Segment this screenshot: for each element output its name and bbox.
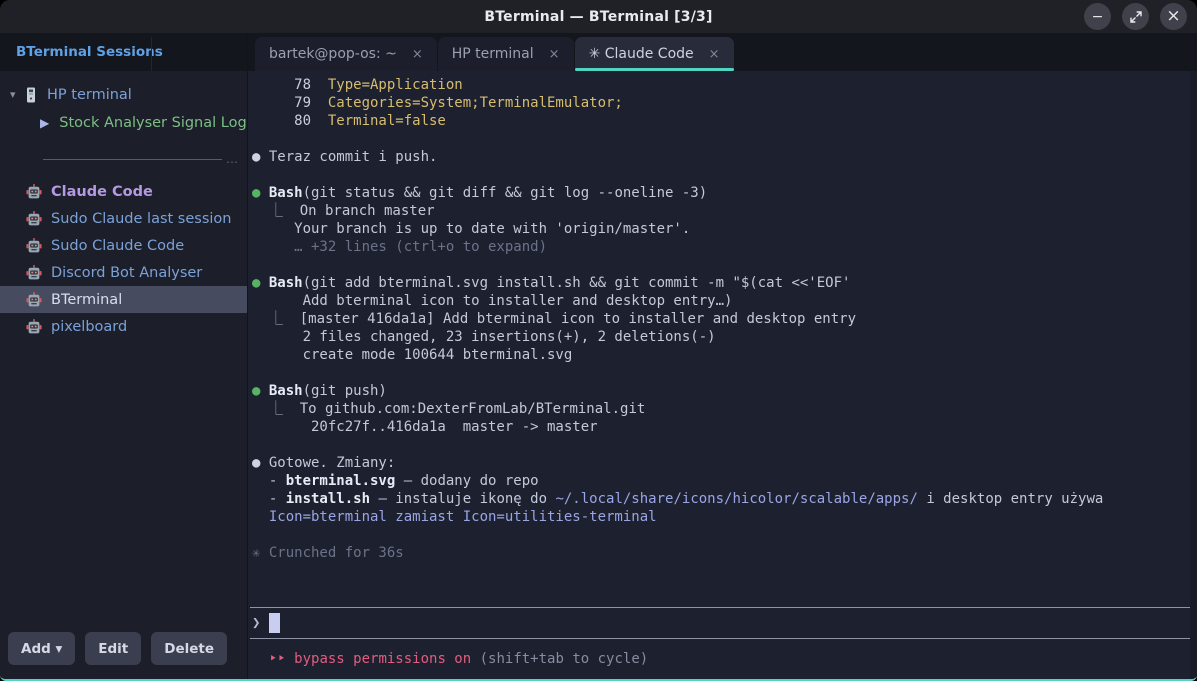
session-list: Claude Code Sudo Claude last session Sud…	[0, 178, 247, 340]
tab-bartek-pop-os[interactable]: bartek@pop-os: ~ ×	[255, 37, 437, 71]
tab-claude-code[interactable]: ✳ Claude Code ×	[575, 37, 734, 71]
tree-item-hp-terminal[interactable]: ▾ HP terminal	[0, 81, 247, 108]
session-item-pixelboard[interactable]: pixelboard	[0, 313, 247, 340]
maximize-button[interactable]	[1122, 3, 1149, 30]
session-label: Sudo Claude Code	[51, 238, 184, 254]
robot-icon	[26, 265, 42, 280]
prompt-input[interactable]: ❯	[250, 607, 1191, 639]
sidebar-spacer	[0, 340, 247, 624]
terminal-pane[interactable]: 78 Type=Application 79 Categories=System…	[248, 71, 1197, 679]
close-tab-icon[interactable]: ×	[412, 47, 423, 62]
close-icon: ×	[1166, 8, 1180, 25]
sidebar: BTerminal Sessions ▾ HP terminal ▶ Stock…	[0, 33, 248, 679]
robot-icon	[26, 184, 42, 199]
window-title: BTerminal — BTerminal [3/3]	[484, 9, 712, 25]
tab-label: HP terminal	[452, 46, 534, 62]
robot-icon	[26, 319, 42, 334]
session-tree: ▾ HP terminal ▶ Stock Analyser Signal Lo…	[0, 71, 247, 172]
session-item-bterminal[interactable]: BTerminal	[0, 286, 247, 313]
session-label: Sudo Claude last session	[51, 211, 231, 227]
tree-item-stock-analyser[interactable]: ▶ Stock Analyser Signal Log	[0, 108, 247, 138]
minimize-button[interactable]: −	[1084, 3, 1111, 30]
prompt-chevron-icon: ❯	[252, 615, 260, 631]
session-label: BTerminal	[51, 292, 122, 308]
separator-line	[43, 159, 222, 160]
computer-icon	[24, 87, 38, 103]
close-tab-icon[interactable]: ×	[549, 47, 560, 62]
tab-label: ✳ Claude Code	[589, 46, 694, 62]
sidebar-title: BTerminal Sessions	[16, 44, 163, 60]
sidebar-separator: …	[43, 152, 239, 166]
session-item-sudo-claude-code[interactable]: Sudo Claude Code	[0, 232, 247, 259]
tree-item-label: Stock Analyser Signal Log	[59, 115, 246, 131]
delete-button[interactable]: Delete	[151, 632, 227, 665]
tab-label: bartek@pop-os: ~	[269, 46, 397, 62]
session-item-discord-bot[interactable]: Discord Bot Analyser	[0, 259, 247, 286]
tree-item-label: HP terminal	[47, 87, 132, 103]
sidebar-buttons: Add ▾ Edit Delete	[0, 624, 247, 679]
sidebar-header: BTerminal Sessions	[0, 33, 247, 71]
chevron-down-icon[interactable]: ▾	[10, 88, 24, 101]
session-item-sudo-claude-last[interactable]: Sudo Claude last session	[0, 205, 247, 232]
ellipsis-icon: …	[226, 152, 239, 166]
scrollbar[interactable]	[1190, 71, 1197, 679]
session-label: pixelboard	[51, 319, 127, 335]
tab-bar: bartek@pop-os: ~ × HP terminal × ✳ Claud…	[248, 33, 1197, 71]
tab-hp-terminal[interactable]: HP terminal ×	[438, 37, 574, 71]
add-button[interactable]: Add ▾	[8, 632, 75, 665]
session-label: Discord Bot Analyser	[51, 265, 202, 281]
terminal-output: 78 Type=Application 79 Categories=System…	[248, 71, 1197, 562]
minimize-icon: −	[1092, 10, 1104, 24]
permissions-status: ‣‣ bypass permissions on (shift+tab to c…	[248, 639, 1197, 679]
close-button[interactable]: ×	[1160, 3, 1187, 30]
terminal-spacer	[248, 562, 1197, 607]
maximize-icon	[1130, 11, 1142, 23]
robot-icon	[26, 211, 42, 226]
session-label: Claude Code	[51, 184, 153, 200]
window-controls: − ×	[1084, 3, 1187, 30]
text-cursor	[269, 613, 280, 633]
titlebar[interactable]: BTerminal — BTerminal [3/3] − ×	[0, 0, 1197, 33]
session-item-claude-code[interactable]: Claude Code	[0, 178, 247, 205]
play-icon: ▶	[40, 116, 49, 130]
robot-icon	[26, 292, 42, 307]
robot-icon	[26, 238, 42, 253]
bterminal-window: BTerminal — BTerminal [3/3] − × BTermina…	[0, 0, 1197, 681]
edit-button[interactable]: Edit	[85, 632, 141, 665]
close-tab-icon[interactable]: ×	[709, 47, 720, 62]
